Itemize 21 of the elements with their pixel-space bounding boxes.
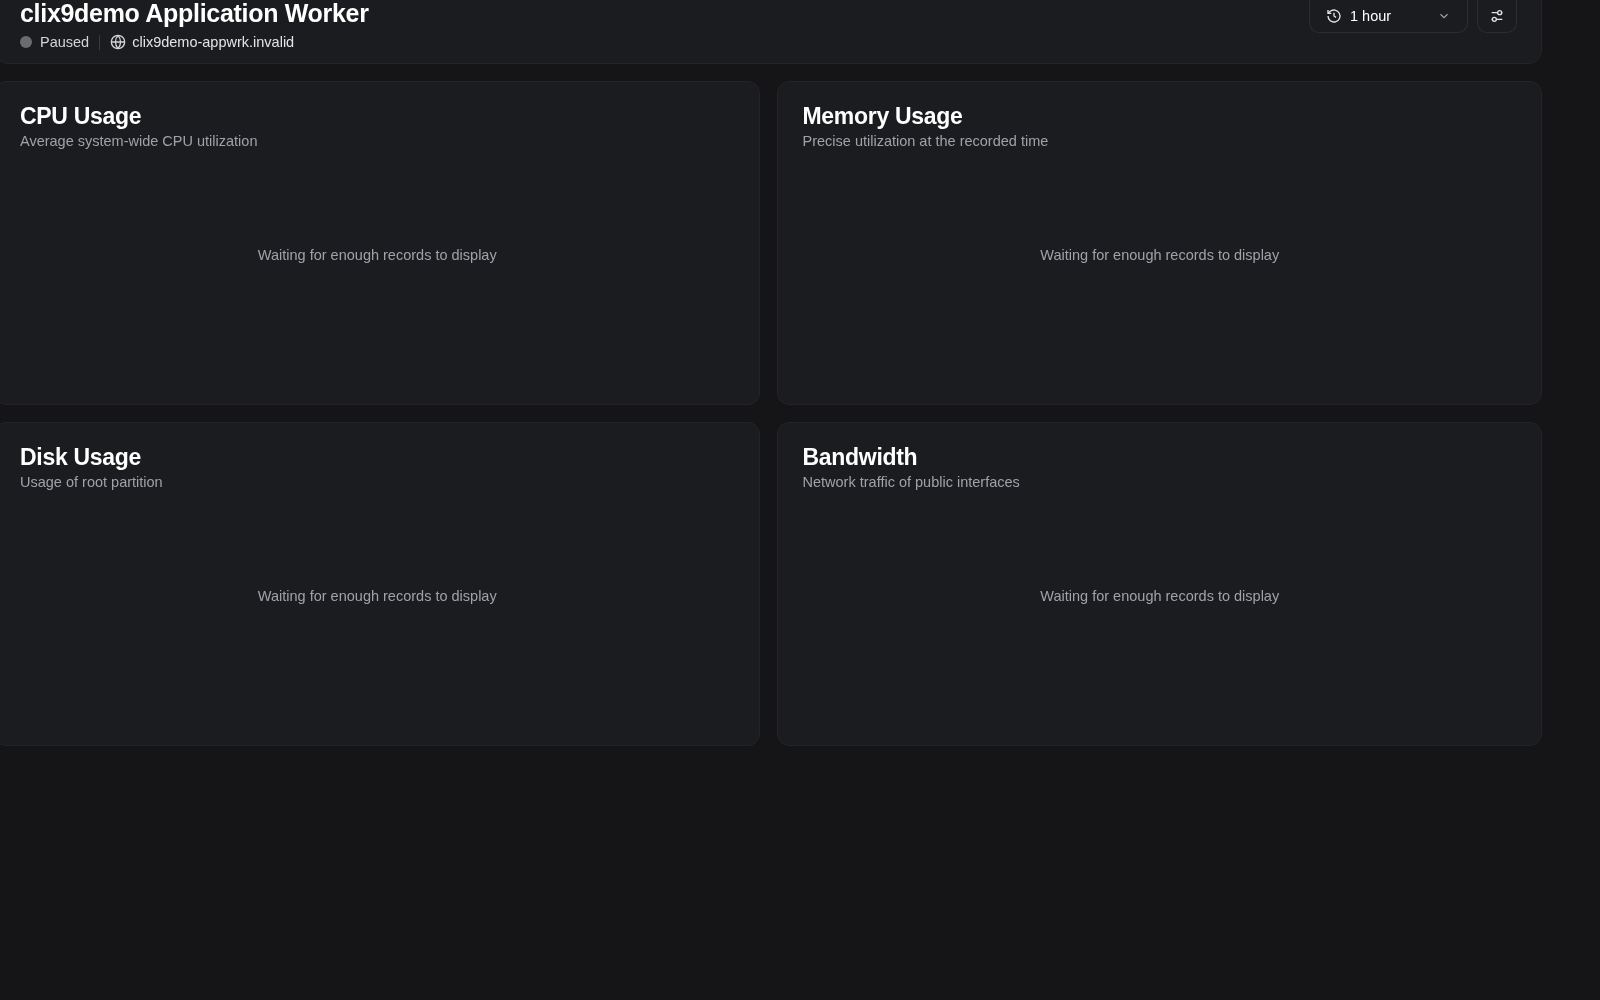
empty-state-message: Waiting for enough records to display: [257, 246, 497, 263]
time-range-dropdown[interactable]: 1 hour: [1309, 0, 1468, 33]
globe-icon: [110, 34, 127, 50]
page-title: clix9demo Application Worker: [20, 0, 369, 26]
sliders-icon: [1489, 8, 1505, 24]
chart-description: Average system-wide CPU utilization: [20, 133, 258, 149]
host-link[interactable]: clix9demo-appwrk.invalid: [132, 34, 295, 50]
chart-title: Memory Usage: [802, 102, 963, 130]
empty-state-message: Waiting for enough records to display: [1040, 246, 1280, 263]
chart-description: Network traffic of public interfaces: [802, 474, 1020, 490]
empty-state-message: Waiting for enough records to display: [1040, 587, 1280, 604]
status-dot: [20, 36, 32, 48]
settings-button[interactable]: [1477, 0, 1517, 33]
chart-description: Usage of root partition: [20, 474, 163, 490]
chart-title: Bandwidth: [802, 443, 918, 471]
history-icon: [1326, 8, 1342, 24]
empty-state-message: Waiting for enough records to display: [257, 587, 497, 604]
chart-title: CPU Usage: [20, 102, 142, 130]
status-label: Paused: [40, 34, 90, 50]
chart-title: Disk Usage: [20, 443, 141, 471]
chart-description: Precise utilization at the recorded time: [802, 133, 1049, 149]
